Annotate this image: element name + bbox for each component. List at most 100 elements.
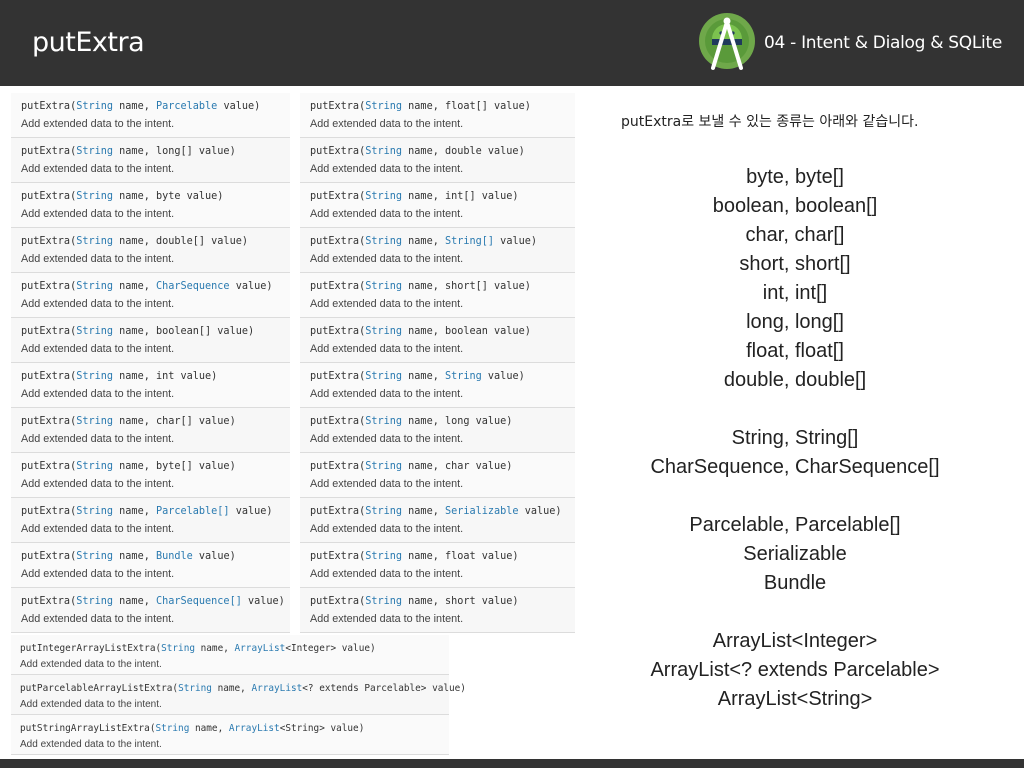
method-name: putExtra: [310, 101, 360, 112]
type-line: Serializable: [743, 543, 847, 565]
param-name: name,: [402, 461, 445, 472]
param-name: name,: [113, 281, 156, 292]
method-name: putExtra: [21, 326, 71, 337]
api-entry: putExtra(String name, float[] value) Add …: [300, 93, 575, 138]
chapter-label: 04 - Intent & Dialog & SQLite: [764, 33, 1002, 53]
api-entry: putExtra(String name, char[] value) Add e…: [11, 408, 290, 453]
method-signature: putExtra(String name, long[] value): [21, 144, 290, 160]
type-line: float, float[]: [746, 340, 844, 362]
method-name: putExtra: [310, 236, 360, 247]
param-name: name,: [402, 416, 445, 427]
method-signature: putIntegerArrayListExtra(String name, Ar…: [20, 641, 449, 657]
api-entry: putExtra(String name, Parcelable[] value…: [11, 498, 290, 543]
method-signature: putExtra(String name, float value): [310, 549, 575, 565]
method-name: putExtra: [21, 146, 71, 157]
footer-bar: [0, 759, 1024, 768]
value-param: double[] value): [155, 236, 248, 247]
method-name: putExtra: [21, 461, 71, 472]
method-description: Add extended data to the intent.: [310, 523, 464, 535]
value-param: float[] value): [444, 101, 531, 112]
param-name: name,: [402, 191, 445, 202]
param-type: String: [365, 281, 403, 292]
api-entry: putExtra(String name, short[] value) Add …: [300, 273, 575, 318]
value-type: ArrayList: [228, 723, 280, 734]
method-signature: putExtra(String name, byte[] value): [21, 459, 290, 475]
api-entry: putExtra(String name, boolean[] value) Ad…: [11, 318, 290, 363]
value-param: double value): [444, 146, 525, 157]
method-name: putExtra: [310, 371, 360, 382]
value-type: CharSequence: [155, 281, 230, 292]
method-description: Add extended data to the intent.: [21, 253, 175, 265]
method-name: putExtra: [21, 101, 71, 112]
value-param: value): [481, 371, 525, 382]
api-entry: putExtra(String name, byte value) Add ext…: [11, 183, 290, 228]
api-entry: putExtra(String name, boolean value) Add …: [300, 318, 575, 363]
param-name: name,: [402, 236, 445, 247]
api-list-left: putExtra(String name, Parcelable value) A…: [11, 93, 290, 633]
method-description: Add extended data to the intent.: [310, 163, 464, 175]
method-signature: putExtra(String name, int[] value): [310, 189, 575, 205]
method-name: putExtra: [310, 416, 360, 427]
param-type: String: [76, 236, 114, 247]
method-signature: putExtra(String name, long value): [310, 414, 575, 430]
method-name: putExtra: [310, 191, 360, 202]
param-type: String: [155, 723, 190, 734]
param-name: name,: [113, 596, 156, 607]
api-entry: putExtra(String name, CharSequence value…: [11, 273, 290, 318]
slide-header: putExtra 04 - Intent & Dialog & SQLite: [0, 0, 1024, 86]
value-param: int[] value): [444, 191, 519, 202]
value-type: String: [444, 371, 482, 382]
value-param: value): [241, 596, 285, 607]
method-description: Add extended data to the intent.: [20, 739, 162, 750]
type-line: ArrayList<String>: [717, 688, 873, 710]
api-entry: putExtra(String name, double[] value) Add…: [11, 228, 290, 273]
method-signature: putParcelableArrayListExtra(String name,…: [20, 681, 466, 697]
param-name: name,: [113, 326, 156, 337]
method-signature: putExtra(String name, String[] value): [310, 234, 575, 250]
method-name: putExtra: [21, 551, 71, 562]
api-list-arraylist: putIntegerArrayListExtra(String name, Ar…: [11, 635, 466, 755]
api-entry: putIntegerArrayListExtra(String name, Ar…: [11, 635, 449, 675]
type-line: int, int[]: [762, 282, 828, 304]
param-name: name,: [113, 146, 156, 157]
method-description: Add extended data to the intent.: [310, 253, 464, 265]
api-entry: putExtra(String name, Parcelable value) A…: [11, 93, 290, 138]
method-description: Add extended data to the intent.: [21, 523, 175, 535]
method-description: Add extended data to the intent.: [310, 118, 464, 130]
method-description: Add extended data to the intent.: [310, 433, 464, 445]
method-name: putExtra: [21, 281, 71, 292]
method-signature: putExtra(String name, short value): [310, 594, 575, 610]
param-name: name,: [113, 236, 156, 247]
param-name: name,: [113, 461, 156, 472]
value-param: value): [217, 101, 261, 112]
param-type: String: [365, 596, 403, 607]
method-name: putExtra: [21, 371, 71, 382]
value-param: value): [229, 281, 273, 292]
value-param: <? extends Parcelable> value): [302, 683, 466, 694]
method-signature: putExtra(String name, char value): [310, 459, 575, 475]
type-line: long, long[]: [746, 311, 844, 333]
method-name: putStringArrayListExtra: [20, 723, 150, 734]
api-entry: putExtra(String name, long value) Add ext…: [300, 408, 575, 453]
param-type: String: [365, 551, 403, 562]
value-type: ArrayList: [234, 643, 286, 654]
api-entry: putExtra(String name, CharSequence[] val…: [11, 588, 290, 633]
value-param: byte[] value): [155, 461, 236, 472]
value-param: long value): [444, 416, 513, 427]
method-description: Add extended data to the intent.: [21, 613, 175, 625]
value-param: boolean[] value): [155, 326, 255, 337]
api-entry: putExtra(String name, double value) Add e…: [300, 138, 575, 183]
param-name: name,: [402, 326, 445, 337]
method-signature: putStringArrayListExtra(String name, Arr…: [20, 721, 449, 737]
api-entry: putExtra(String name, byte[] value) Add e…: [11, 453, 290, 498]
method-name: putExtra: [310, 326, 360, 337]
method-description: Add extended data to the intent.: [21, 163, 175, 175]
supported-types-list: byte, byte[] boolean, boolean[] char, char…: [600, 163, 990, 714]
param-name: name,: [402, 371, 445, 382]
value-param: byte value): [155, 191, 224, 202]
method-description: Add extended data to the intent.: [21, 298, 175, 310]
param-type: String: [365, 101, 403, 112]
method-description: Add extended data to the intent.: [310, 568, 464, 580]
type-line: Bundle: [763, 572, 827, 594]
value-param: short[] value): [444, 281, 531, 292]
